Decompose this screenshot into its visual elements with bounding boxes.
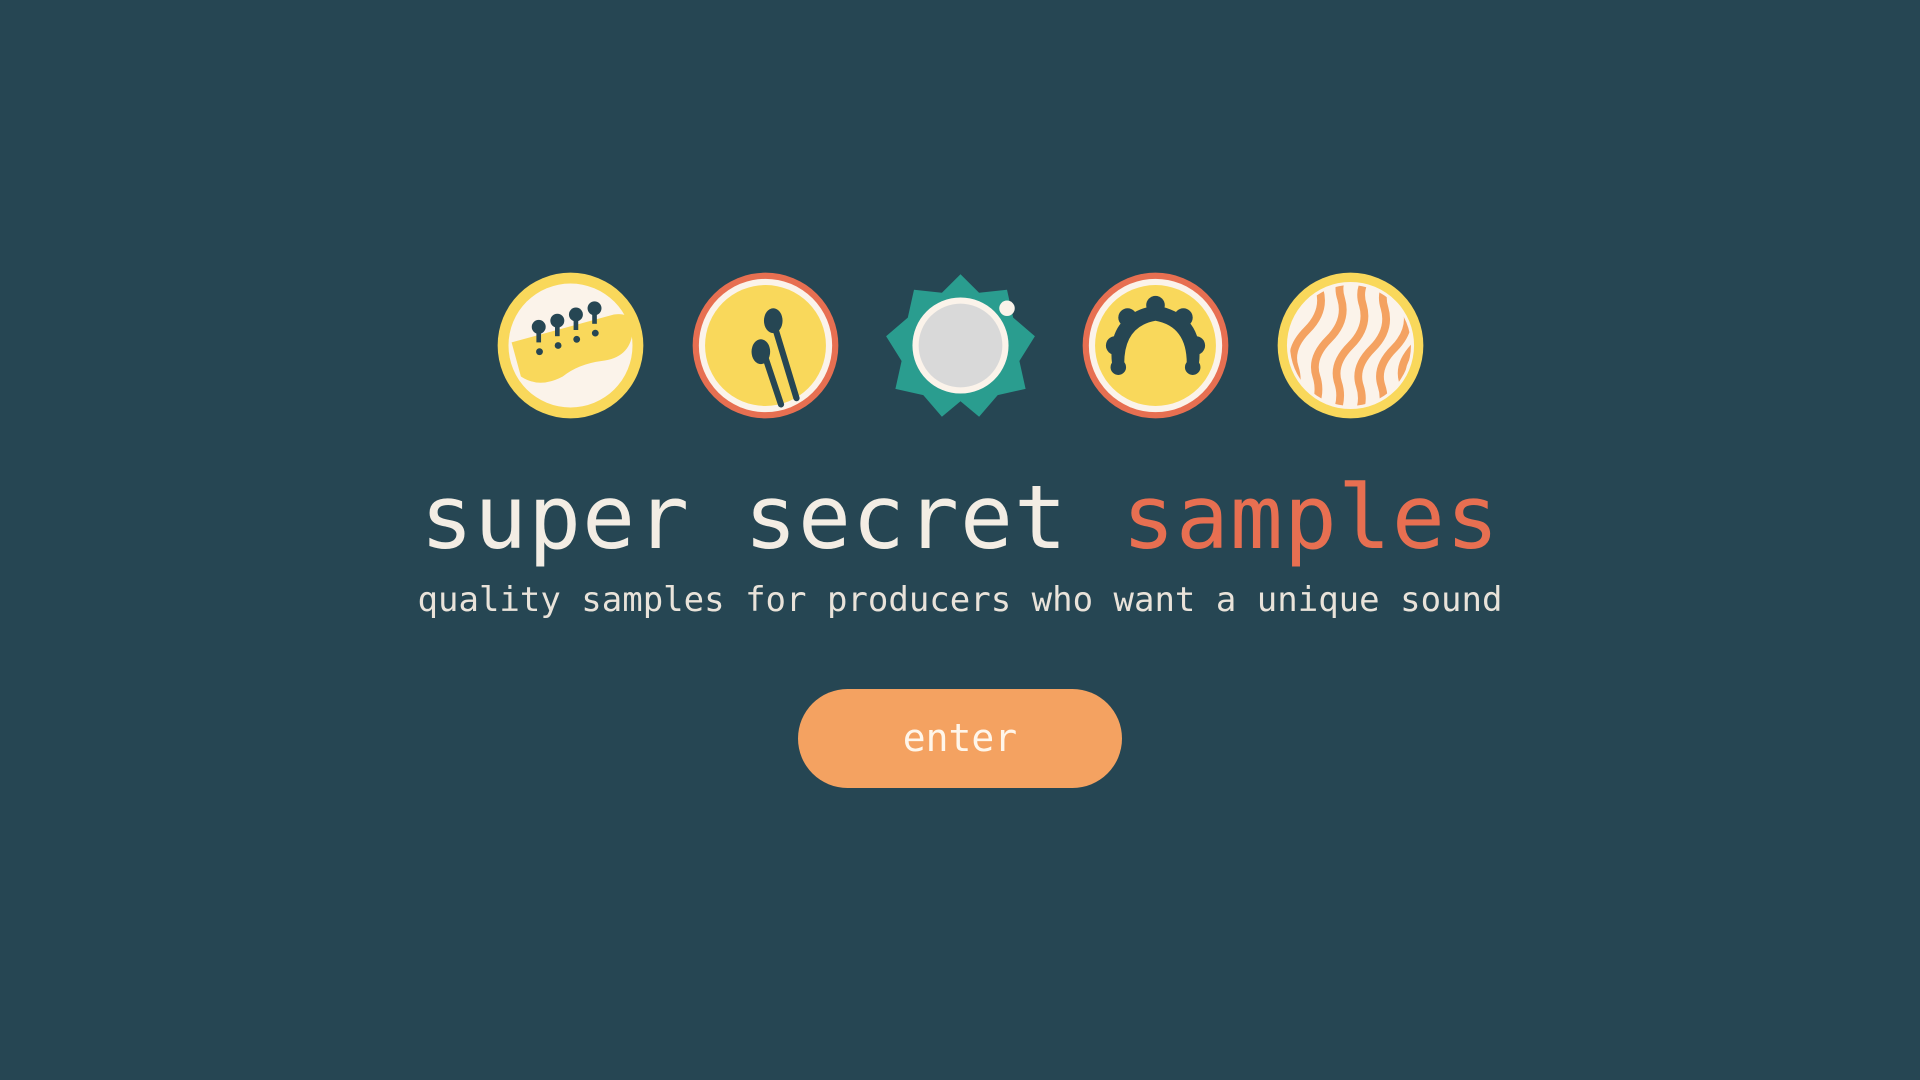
cymbal-icon	[883, 268, 1038, 423]
bass-guitar-headstock-icon	[493, 268, 648, 423]
tagline: quality samples for producers who want a…	[417, 580, 1503, 620]
title-main: super secret	[420, 466, 1068, 569]
drumsticks-icon	[688, 268, 843, 423]
page-title: super secret samples	[0, 468, 1920, 568]
instrument-icon-row	[0, 268, 1920, 423]
enter-button[interactable]: enter	[798, 689, 1122, 788]
tambourine-icon	[1078, 268, 1233, 423]
wave-texture-icon	[1273, 268, 1428, 423]
title-accent: samples	[1121, 466, 1500, 569]
landing-page: super secret samples quality samples for…	[0, 0, 1920, 1080]
